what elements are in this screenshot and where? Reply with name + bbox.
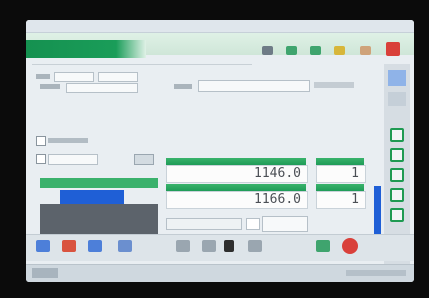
checkbox[interactable] bbox=[36, 154, 46, 164]
small-button[interactable] bbox=[134, 154, 154, 165]
monitor-screen: 1146.0 1 1166.0 1 bbox=[26, 20, 414, 282]
input-field[interactable] bbox=[48, 154, 98, 165]
field-label bbox=[174, 84, 192, 89]
checkbox-label bbox=[48, 138, 88, 143]
tool-icon[interactable] bbox=[202, 240, 216, 252]
chart-icon[interactable] bbox=[88, 240, 102, 252]
value-2-text: 1166.0 bbox=[254, 192, 301, 207]
record-icon[interactable] bbox=[62, 240, 76, 252]
side-icon[interactable] bbox=[388, 92, 406, 106]
warning-icon[interactable] bbox=[334, 46, 345, 55]
start-button[interactable] bbox=[32, 268, 58, 278]
input-field[interactable] bbox=[198, 80, 310, 92]
start-icon[interactable] bbox=[316, 240, 330, 252]
field-label bbox=[40, 84, 60, 89]
input-field[interactable] bbox=[166, 218, 242, 230]
side-icon[interactable] bbox=[388, 70, 406, 86]
divider bbox=[32, 64, 252, 65]
thermometer-icon[interactable] bbox=[224, 240, 234, 252]
blue-indicator bbox=[60, 190, 124, 204]
count-display-2: 1 bbox=[316, 191, 366, 209]
checkbox[interactable] bbox=[36, 136, 46, 146]
dropdown-field[interactable] bbox=[262, 216, 308, 232]
field-label bbox=[314, 82, 354, 88]
green-tool-icon[interactable] bbox=[286, 46, 297, 55]
count-2-text: 1 bbox=[351, 192, 359, 207]
side-button[interactable] bbox=[390, 208, 404, 222]
count-header bbox=[316, 158, 364, 165]
window-title-bar bbox=[26, 20, 414, 33]
tool-icon[interactable] bbox=[176, 240, 190, 252]
print-icon[interactable] bbox=[118, 240, 132, 252]
status-panel-header bbox=[40, 178, 158, 188]
tool-icon[interactable] bbox=[262, 46, 273, 55]
checkbox[interactable] bbox=[246, 218, 260, 230]
value-1-text: 1146.0 bbox=[254, 166, 301, 181]
display-header bbox=[166, 158, 306, 165]
nav-icon[interactable] bbox=[36, 240, 50, 252]
stop-icon[interactable] bbox=[342, 238, 358, 254]
side-button[interactable] bbox=[390, 168, 404, 182]
count-display-1: 1 bbox=[316, 165, 366, 183]
count-header bbox=[316, 184, 364, 191]
gray-panel bbox=[40, 204, 158, 234]
value-display-1: 1146.0 bbox=[166, 165, 308, 183]
app-logo-banner bbox=[26, 40, 146, 58]
display-header bbox=[166, 184, 306, 191]
field-label bbox=[36, 74, 50, 79]
close-icon[interactable] bbox=[386, 42, 400, 56]
tool-icon[interactable] bbox=[248, 240, 262, 252]
dropdown-field[interactable] bbox=[54, 72, 94, 82]
side-button[interactable] bbox=[390, 128, 404, 142]
side-button[interactable] bbox=[390, 148, 404, 162]
dropdown-field[interactable] bbox=[98, 72, 138, 82]
side-button[interactable] bbox=[390, 188, 404, 202]
value-display-2: 1166.0 bbox=[166, 191, 308, 209]
input-field[interactable] bbox=[66, 83, 138, 93]
pencil-icon[interactable] bbox=[360, 46, 371, 55]
system-tray bbox=[346, 270, 406, 276]
green-tool-icon[interactable] bbox=[310, 46, 321, 55]
count-1-text: 1 bbox=[351, 166, 359, 181]
